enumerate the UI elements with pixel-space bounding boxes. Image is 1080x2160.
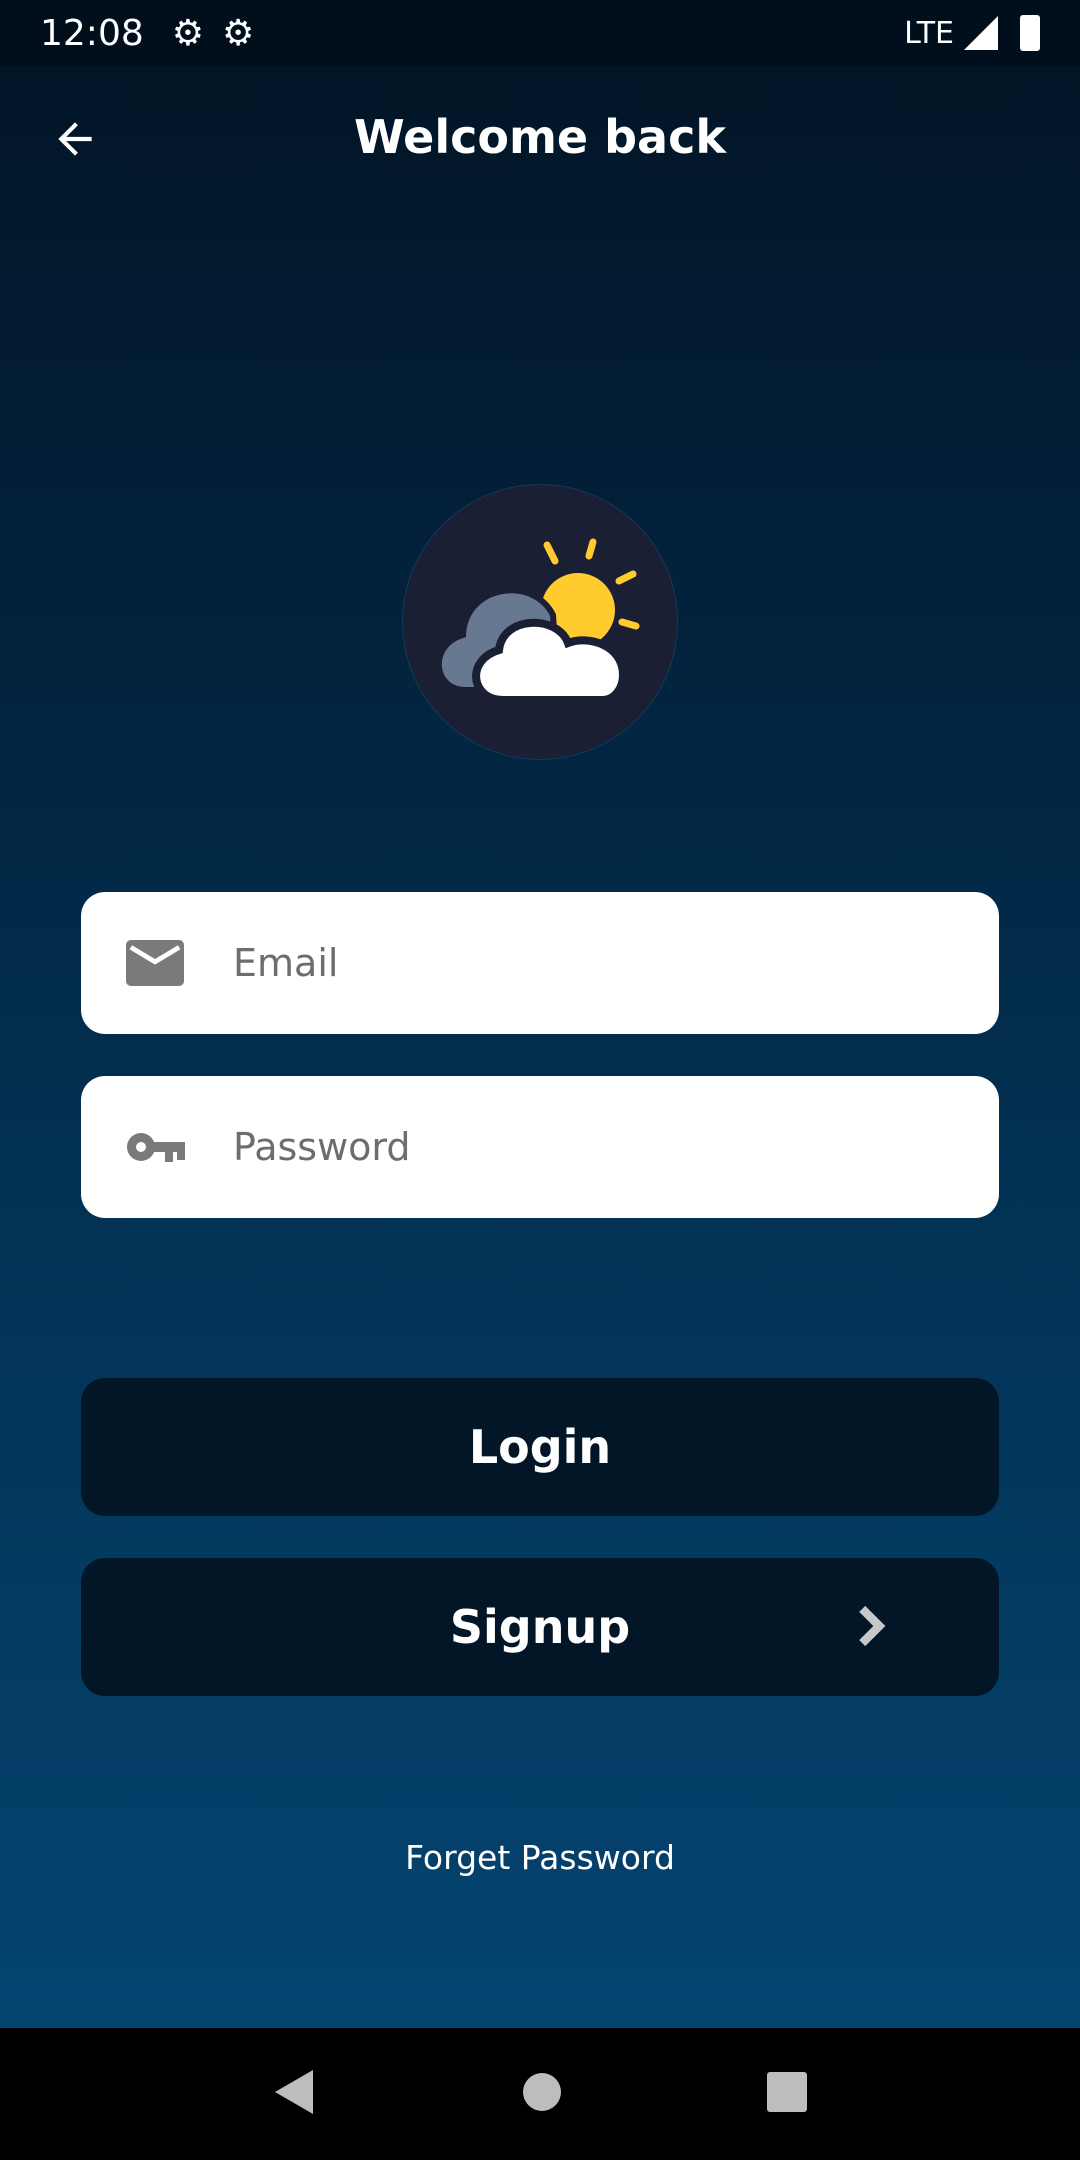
key-icon [125, 1130, 185, 1164]
login-button[interactable]: Login [81, 1378, 999, 1516]
page-title: Welcome back [354, 110, 726, 164]
status-time: 12:08 [40, 12, 144, 54]
settings-notification-icon: ⚙ [171, 12, 205, 54]
email-icon [125, 940, 185, 986]
email-field[interactable] [81, 892, 999, 1034]
navigation-bar [0, 2028, 1080, 2160]
settings-notification-icon: ⚙ [222, 12, 255, 54]
nav-home-icon[interactable] [522, 2072, 562, 2116]
status-bar: 12:08 ⚙ ⚙ LTE [0, 0, 1080, 66]
login-screen: 12:08 ⚙ ⚙ LTE Welcome back Login Signup … [0, 0, 1080, 2028]
signup-label: Signup [449, 1600, 631, 1654]
forgot-password-link[interactable]: Forget Password [0, 1838, 1080, 1877]
partly-cloudy-icon [435, 538, 640, 704]
battery-icon [1020, 15, 1040, 51]
weather-logo [402, 484, 678, 760]
chevron-right-icon [857, 1602, 887, 1660]
signal-icon [964, 16, 998, 50]
password-input[interactable] [233, 1125, 933, 1169]
signup-button[interactable]: Signup [81, 1558, 999, 1696]
login-label: Login [468, 1420, 612, 1474]
email-input[interactable] [233, 941, 933, 985]
app-bar: Welcome back [0, 66, 1080, 216]
network-type: LTE [904, 15, 954, 51]
nav-recents-icon[interactable] [767, 2072, 808, 2116]
password-field[interactable] [81, 1076, 999, 1218]
nav-back-icon[interactable] [273, 2068, 317, 2120]
